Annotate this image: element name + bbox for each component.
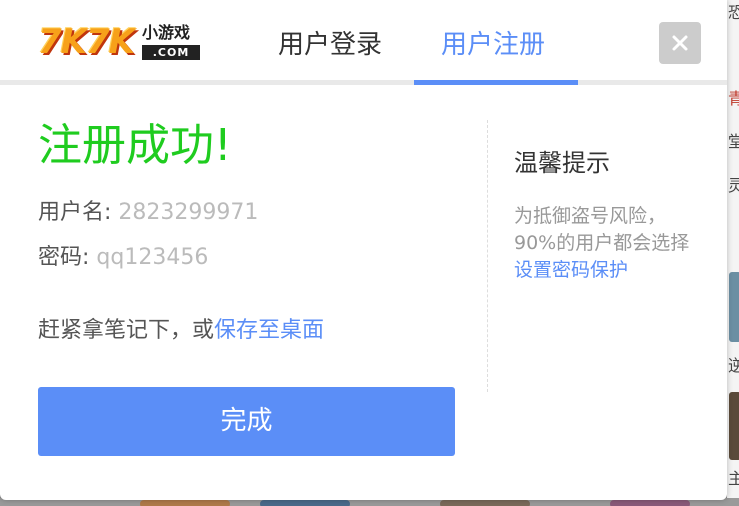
password-protection-link[interactable]: 设置密码保护 xyxy=(514,259,628,281)
done-button[interactable]: 完成 xyxy=(38,387,455,456)
background-thumbnail xyxy=(729,272,739,342)
background-text: 灵 xyxy=(728,176,739,195)
username-label: 用户名: xyxy=(38,200,112,225)
vertical-divider xyxy=(487,120,488,392)
success-title: 注册成功! xyxy=(38,120,232,171)
logo-subtitle: 小游戏 xyxy=(142,23,191,42)
logo-domain: .COM xyxy=(142,45,200,60)
tab-login[interactable]: 用户登录 xyxy=(278,22,382,68)
header-divider xyxy=(0,80,727,85)
logo-mark: 7K7K xyxy=(38,22,135,62)
password-value: qq123456 xyxy=(96,245,209,270)
background-text: 恐 xyxy=(728,3,739,22)
active-tab-indicator xyxy=(414,80,578,85)
tips-text: 为抵御盗号风险，90%的用户都会选择设置密码保护 xyxy=(514,203,694,284)
save-to-desktop-link[interactable]: 保存至桌面 xyxy=(214,318,324,343)
dialog-header: 7K7K 小游戏 .COM 用户登录 用户注册 xyxy=(0,0,727,80)
register-dialog: 7K7K 小游戏 .COM 用户登录 用户注册 注册成功! 用户名: 28232… xyxy=(0,0,727,500)
save-notice-text: 赶紧拿笔记下，或 xyxy=(38,318,215,343)
background-text: 逆 xyxy=(728,356,739,375)
background-text: 主 xyxy=(728,469,739,488)
username-row: 用户名: 2823299971 xyxy=(38,198,258,228)
background-page-edge: 恐 青 堂 灵 逆 主 xyxy=(727,0,739,506)
logo: 7K7K 小游戏 .COM xyxy=(38,22,204,64)
background-text: 堂 xyxy=(728,132,739,151)
username-value: 2823299971 xyxy=(118,200,259,225)
background-text: 青 xyxy=(728,89,739,108)
save-notice: 赶紧拿笔记下，或保存至桌面 xyxy=(38,316,324,346)
password-row: 密码: qq123456 xyxy=(38,243,208,273)
background-thumbnail xyxy=(729,392,739,460)
close-icon xyxy=(672,35,688,51)
close-button[interactable] xyxy=(659,22,701,64)
tab-register[interactable]: 用户注册 xyxy=(441,22,545,68)
tips-title: 温馨提示 xyxy=(514,149,610,177)
tips-text-body: 为抵御盗号风险，90%的用户都会选择 xyxy=(514,205,690,254)
password-label: 密码: xyxy=(38,245,90,270)
